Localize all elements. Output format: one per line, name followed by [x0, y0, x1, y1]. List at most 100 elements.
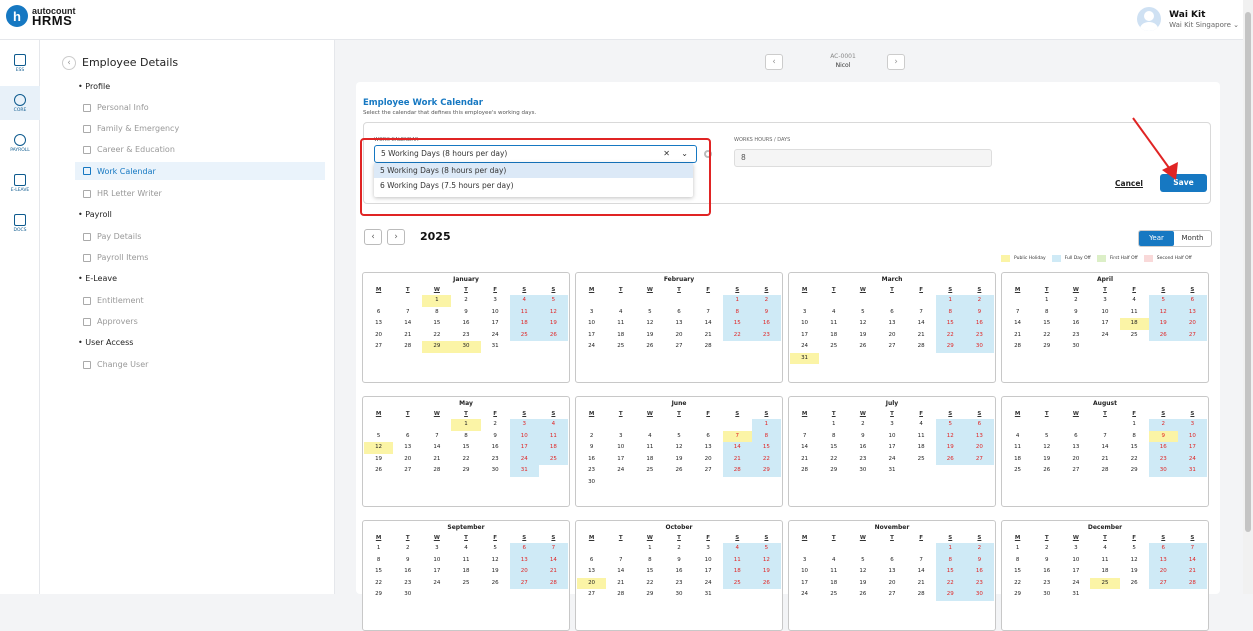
- menu-career-education[interactable]: Career & Education: [83, 145, 175, 154]
- calendar-day[interactable]: 15: [722, 318, 752, 330]
- calendar-day[interactable]: 23: [964, 577, 994, 589]
- calendar-day[interactable]: 3: [606, 431, 635, 443]
- calendar-day[interactable]: 19: [1032, 454, 1061, 466]
- calendar-day[interactable]: 10: [1061, 555, 1090, 567]
- calendar-day[interactable]: 1: [635, 543, 664, 555]
- calendar-day[interactable]: 26: [848, 589, 877, 601]
- calendar-day[interactable]: 23: [577, 465, 606, 477]
- nav-core[interactable]: CORE: [0, 86, 40, 120]
- calendar-day[interactable]: 21: [1177, 566, 1207, 578]
- calendar-day[interactable]: 19: [635, 330, 664, 342]
- calendar-day[interactable]: 3: [877, 419, 906, 431]
- calendar-day[interactable]: 10: [509, 430, 539, 442]
- calendar-day[interactable]: 20: [1061, 454, 1090, 466]
- calendar-day[interactable]: 19: [751, 566, 781, 578]
- calendar-day[interactable]: 31: [481, 341, 510, 353]
- calendar-day[interactable]: 24: [877, 454, 906, 466]
- calendar-day[interactable]: 17: [877, 442, 906, 454]
- calendar-day[interactable]: 29: [935, 341, 965, 353]
- calendar-day[interactable]: 2: [481, 419, 510, 431]
- calendar-day[interactable]: 28: [1177, 577, 1207, 589]
- calendar-day[interactable]: 3: [790, 555, 819, 567]
- calendar-day[interactable]: 20: [577, 577, 607, 589]
- calendar-day[interactable]: 14: [1090, 442, 1119, 454]
- calendar-day[interactable]: 30: [848, 465, 877, 477]
- calendar-day[interactable]: 9: [451, 307, 480, 319]
- calendar-day[interactable]: 22: [1032, 330, 1061, 342]
- calendar-day[interactable]: 14: [606, 566, 635, 578]
- calendar-day[interactable]: 16: [1061, 318, 1090, 330]
- calendar-day[interactable]: 7: [1003, 307, 1032, 319]
- calendar-day[interactable]: 23: [751, 329, 781, 341]
- calendar-day[interactable]: 8: [722, 306, 752, 318]
- user-org[interactable]: Wai Kit Singapore ⌄: [1169, 21, 1239, 29]
- calendar-day[interactable]: 18: [819, 578, 848, 590]
- calendar-day[interactable]: 31: [509, 465, 539, 477]
- calendar-day[interactable]: 23: [964, 329, 994, 341]
- calendar-day[interactable]: 17: [481, 318, 510, 330]
- calendar-day[interactable]: 11: [1090, 555, 1119, 567]
- calendar-day[interactable]: 3: [481, 295, 510, 307]
- calendar-day[interactable]: 16: [393, 566, 422, 578]
- calendar-day[interactable]: 6: [364, 307, 393, 319]
- calendar-day[interactable]: 12: [664, 442, 693, 454]
- calendar-day[interactable]: 7: [694, 307, 723, 319]
- calendar-day[interactable]: 2: [577, 431, 606, 443]
- calendar-day[interactable]: 19: [848, 330, 877, 342]
- calendar-day[interactable]: 9: [664, 555, 693, 567]
- calendar-day[interactable]: 30: [577, 477, 606, 489]
- calendar-day[interactable]: 23: [393, 578, 422, 590]
- calendar-day[interactable]: 11: [722, 554, 752, 566]
- calendar-day[interactable]: 4: [907, 419, 936, 431]
- calendar-day[interactable]: 22: [1003, 578, 1032, 590]
- calendar-day[interactable]: 26: [364, 465, 393, 477]
- calendar-day[interactable]: 27: [364, 341, 393, 353]
- calendar-day[interactable]: 12: [751, 554, 781, 566]
- calendar-day[interactable]: 25: [907, 454, 936, 466]
- calendar-day[interactable]: 18: [538, 442, 568, 454]
- calendar-day[interactable]: 25: [1120, 330, 1149, 342]
- calendar-day[interactable]: 1: [364, 543, 393, 555]
- calendar-day[interactable]: 14: [538, 554, 568, 566]
- calendar-day[interactable]: 25: [451, 578, 480, 590]
- avatar[interactable]: [1137, 7, 1162, 31]
- calendar-day[interactable]: 17: [1177, 442, 1207, 454]
- calendar-day[interactable]: 22: [1120, 454, 1149, 466]
- calendar-day[interactable]: 24: [422, 578, 451, 590]
- calendar-day[interactable]: 6: [509, 543, 539, 555]
- calendar-day[interactable]: 23: [1148, 453, 1178, 465]
- calendar-day[interactable]: 9: [481, 431, 510, 443]
- calendar-day[interactable]: 11: [635, 442, 664, 454]
- calendar-day[interactable]: 28: [790, 465, 819, 477]
- calendar-day[interactable]: 17: [790, 330, 819, 342]
- calendar-day[interactable]: 22: [935, 329, 965, 341]
- calendar-day[interactable]: 18: [635, 454, 664, 466]
- calendar-day[interactable]: 29: [935, 589, 965, 601]
- next-year-button[interactable]: ›: [387, 229, 405, 245]
- calendar-day[interactable]: 30: [664, 589, 693, 601]
- calendar-day[interactable]: 3: [577, 307, 606, 319]
- calendar-day[interactable]: 2: [964, 543, 994, 555]
- menu-entitlement[interactable]: Entitlement: [83, 296, 144, 305]
- user-menu[interactable]: Wai Kit Wai Kit Singapore ⌄: [1137, 7, 1239, 31]
- calendar-day[interactable]: 24: [1061, 578, 1090, 590]
- menu-hr-letter-writer[interactable]: HR Letter Writer: [83, 189, 162, 198]
- menu-family-emergency[interactable]: Family & Emergency: [83, 124, 179, 133]
- calendar-day[interactable]: 8: [751, 430, 781, 442]
- calendar-day[interactable]: 26: [664, 465, 693, 477]
- calendar-day[interactable]: 5: [664, 431, 693, 443]
- calendar-day[interactable]: 5: [481, 543, 510, 555]
- calendar-day[interactable]: 13: [877, 566, 906, 578]
- calendar-day[interactable]: 6: [1177, 295, 1207, 307]
- calendar-day[interactable]: 4: [538, 419, 568, 431]
- calendar-day[interactable]: 23: [848, 454, 877, 466]
- calendar-day[interactable]: 10: [1177, 430, 1207, 442]
- calendar-day[interactable]: 12: [848, 566, 877, 578]
- calendar-day[interactable]: 21: [422, 454, 451, 466]
- calendar-day[interactable]: 27: [964, 453, 994, 465]
- calendar-day[interactable]: 8: [935, 306, 965, 318]
- calendar-day[interactable]: 26: [481, 578, 510, 590]
- calendar-day[interactable]: 3: [790, 307, 819, 319]
- calendar-day[interactable]: 24: [481, 330, 510, 342]
- calendar-day[interactable]: 19: [664, 454, 693, 466]
